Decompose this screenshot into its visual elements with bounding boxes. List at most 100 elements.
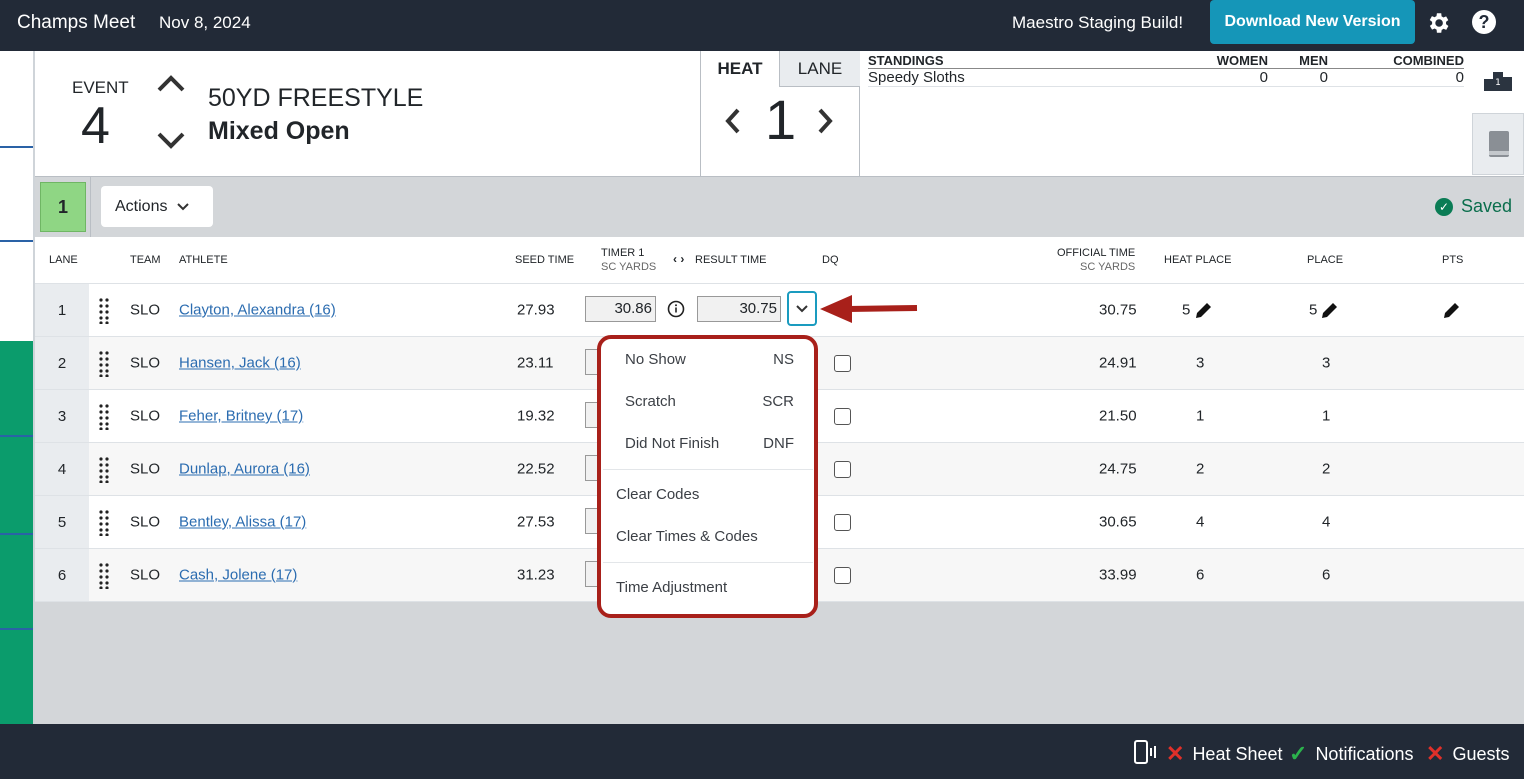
dq-checkbox[interactable]	[834, 355, 851, 372]
menu-item-clear-codes[interactable]: Clear Codes	[601, 486, 814, 512]
drag-handle-icon[interactable]	[99, 510, 109, 536]
lane-number: 3	[35, 390, 89, 442]
athlete-link[interactable]: Cash, Jolene (17)	[179, 567, 297, 584]
heat-place: 4	[1196, 513, 1205, 531]
result-options-toggle[interactable]	[787, 291, 817, 326]
official-time: 30.65	[1099, 513, 1137, 531]
check-circle-icon: ✓	[1435, 197, 1453, 216]
col-team: TEAM	[130, 254, 161, 266]
tab-heat[interactable]: HEAT	[701, 51, 779, 87]
actions-dropdown[interactable]: Actions	[101, 186, 213, 227]
event-list-item[interactable]	[0, 341, 33, 437]
athlete-link[interactable]: Feher, Britney (17)	[179, 408, 303, 425]
lane-number: 6	[35, 549, 89, 601]
standings-col-women: WOMEN	[1216, 53, 1268, 68]
official-time: 21.50	[1099, 407, 1137, 425]
guests-status[interactable]: ✕ Guests	[1426, 741, 1509, 767]
heat-selector: HEAT LANE 1	[700, 51, 860, 177]
col-official-time: OFFICIAL TIME	[1057, 247, 1136, 259]
team-code: SLO	[130, 513, 161, 531]
lane-number: 5	[35, 496, 89, 548]
event-list-item[interactable]	[0, 630, 33, 724]
drag-handle-icon[interactable]	[99, 404, 109, 430]
heat-chip[interactable]: 1	[40, 182, 86, 232]
col-timer1: TIMER 1	[601, 247, 645, 259]
menu-item-no-show[interactable]: No Show NS	[601, 351, 814, 377]
drag-handle-icon[interactable]	[99, 563, 109, 589]
notifications-status[interactable]: ✓ Notifications	[1289, 741, 1413, 767]
event-list-item[interactable]	[0, 148, 33, 242]
event-list-item[interactable]	[0, 437, 33, 535]
dq-checkbox[interactable]	[834, 408, 851, 425]
place: 2	[1322, 460, 1331, 478]
heat-place: 1	[1196, 407, 1205, 425]
annotation-arrow-icon	[820, 295, 918, 323]
event-number: 4	[81, 97, 110, 155]
team-code: SLO	[130, 301, 161, 319]
event-list-item[interactable]	[0, 535, 33, 630]
saved-label: Saved	[1461, 196, 1513, 216]
x-icon: ✕	[1166, 741, 1185, 766]
athlete-link[interactable]: Dunlap, Aurora (16)	[179, 461, 310, 478]
menu-item-label: Did Not Finish	[625, 435, 720, 452]
podium-icon[interactable]: 1	[1483, 69, 1513, 91]
heat-place: 3	[1196, 354, 1205, 372]
dq-checkbox[interactable]	[834, 461, 851, 478]
drag-handle-icon[interactable]	[99, 457, 109, 483]
guests-label: Guests	[1452, 743, 1510, 764]
team-code: SLO	[130, 566, 161, 584]
athlete-link[interactable]: Clayton, Alexandra (16)	[179, 302, 336, 319]
chevron-down-icon	[796, 305, 808, 313]
lane-number: 2	[35, 337, 89, 389]
chevron-down-icon	[177, 202, 190, 210]
menu-divider	[603, 562, 813, 563]
event-list-item[interactable]	[0, 51, 33, 148]
meet-name: Champs Meet	[17, 12, 136, 33]
pencil-icon[interactable]	[1442, 300, 1462, 320]
meet-date: Nov 8, 2024	[159, 13, 251, 32]
dq-checkbox[interactable]	[834, 567, 851, 584]
official-time: 33.99	[1099, 566, 1137, 584]
col-lane: LANE	[49, 254, 78, 266]
download-new-version-button[interactable]: Download New Version	[1210, 0, 1415, 44]
result-time-input[interactable]: 30.75	[697, 296, 781, 322]
event-list-item[interactable]	[0, 242, 33, 338]
chevron-left-icon[interactable]	[725, 107, 741, 135]
pencil-icon[interactable]	[1194, 300, 1214, 320]
chevron-right-icon[interactable]	[817, 107, 833, 135]
drag-handle-icon[interactable]	[99, 298, 109, 324]
col-official-units: SC YARDS	[1080, 261, 1136, 273]
place: 6	[1322, 566, 1331, 584]
standings-col-combined: COMBINED	[1393, 53, 1464, 68]
standings-combined: 0	[1455, 69, 1464, 86]
result-options-menu: No Show NS Scratch SCR Did Not Finish DN…	[597, 335, 818, 618]
tab-lane[interactable]: LANE	[779, 51, 860, 87]
heat-place: 2	[1196, 460, 1205, 478]
seed-time: 22.52	[517, 460, 555, 478]
expand-columns-icon[interactable]: ‹ ›	[673, 252, 684, 266]
menu-item-did-not-finish[interactable]: Did Not Finish DNF	[601, 435, 814, 461]
heat-sheet-status[interactable]: ✕ Heat Sheet	[1166, 741, 1283, 767]
dq-checkbox[interactable]	[834, 514, 851, 531]
timer1-input[interactable]: 30.86	[585, 296, 656, 322]
col-dq: DQ	[822, 254, 839, 266]
athlete-link[interactable]: Hansen, Jack (16)	[179, 355, 301, 372]
gear-icon[interactable]	[1425, 10, 1451, 36]
heat-sheet-tab[interactable]	[1472, 113, 1524, 175]
chevron-up-icon[interactable]	[156, 73, 186, 93]
official-time: 24.75	[1099, 460, 1137, 478]
notifications-label: Notifications	[1315, 743, 1414, 764]
menu-item-scratch[interactable]: Scratch SCR	[601, 393, 814, 419]
athlete-link[interactable]: Bentley, Alissa (17)	[179, 514, 306, 531]
pencil-icon[interactable]	[1320, 300, 1340, 320]
lane-number: 4	[35, 443, 89, 495]
chevron-down-icon[interactable]	[156, 131, 186, 151]
drag-handle-icon[interactable]	[99, 351, 109, 377]
info-icon[interactable]	[667, 300, 685, 318]
help-icon[interactable]: ?	[1472, 10, 1496, 34]
phone-vibrate-icon[interactable]	[1132, 739, 1158, 765]
heat-number: 1	[765, 88, 797, 151]
official-time: 30.75	[1099, 301, 1137, 319]
menu-item-time-adjustment[interactable]: Time Adjustment	[601, 579, 814, 605]
menu-item-clear-times-codes[interactable]: Clear Times & Codes	[601, 528, 814, 554]
